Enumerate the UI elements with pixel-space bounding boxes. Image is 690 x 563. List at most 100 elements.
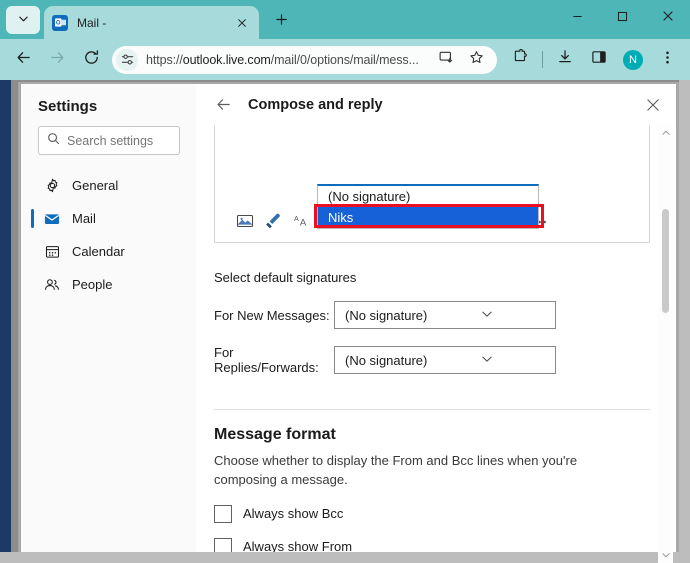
people-icon: [43, 277, 61, 293]
search-icon: [47, 132, 60, 150]
bookmark-button[interactable]: [462, 46, 490, 74]
reload-button[interactable]: [77, 46, 105, 74]
minimize-icon: [572, 9, 583, 27]
sidebar-item-label: Mail: [72, 211, 96, 226]
panel-scrollbar[interactable]: [658, 125, 673, 563]
new-tab-button[interactable]: [267, 8, 295, 36]
page-horizontal-scrollbar[interactable]: [0, 552, 690, 563]
download-icon: [557, 49, 573, 70]
three-dot-menu-icon: [660, 50, 675, 70]
panel-back-button[interactable]: [210, 92, 236, 118]
sidebar-item-people[interactable]: People: [21, 268, 196, 301]
message-format-title: Message format: [214, 426, 336, 443]
window-close-button[interactable]: [645, 0, 690, 36]
side-panel-button[interactable]: [585, 46, 613, 74]
search-settings-placeholder: Search settings: [67, 133, 154, 148]
browser-toolbar: https://outlook.live.com/mail/0/options/…: [0, 39, 690, 80]
highlight-annotation-box: [314, 204, 544, 228]
calendar-icon: [43, 244, 61, 259]
always-show-bcc-label: Always show Bcc: [243, 506, 344, 522]
side-panel-icon: [591, 49, 607, 70]
tab-strip: O Mail -: [0, 0, 690, 39]
sidebar-selection-indicator: [31, 209, 34, 228]
new-messages-signature-value: (No signature): [345, 307, 428, 323]
select-default-signatures-label: Select default signatures: [214, 270, 357, 285]
chevron-down-icon: [481, 353, 547, 368]
address-bar[interactable]: https://outlook.live.com/mail/0/options/…: [112, 45, 497, 74]
page-title: Compose and reply: [248, 96, 383, 113]
for-replies-forwards-row: For Replies/Forwards: (No signature): [214, 345, 650, 375]
page-vertical-scrollbar[interactable]: [679, 80, 690, 563]
scrollbar-thumb[interactable]: [662, 209, 669, 313]
scroll-down-arrow-icon[interactable]: [658, 547, 673, 563]
page-left-gutter: [11, 80, 18, 563]
forward-arrow-icon: [49, 49, 66, 71]
insert-picture-icon[interactable]: [231, 208, 258, 235]
tab-title: Mail -: [77, 15, 107, 30]
profile-button[interactable]: N: [619, 46, 647, 74]
svg-text:A: A: [299, 218, 306, 229]
browser-menu-button[interactable]: [653, 46, 681, 74]
forward-button[interactable]: [43, 46, 71, 74]
sidebar-item-label: Calendar: [72, 244, 125, 259]
settings-title: Settings: [38, 98, 98, 115]
puzzle-extensions-icon: [512, 48, 528, 70]
tab-search-button[interactable]: [6, 6, 40, 34]
browser-tab[interactable]: O Mail -: [44, 6, 259, 39]
replies-signature-select[interactable]: (No signature): [334, 346, 556, 374]
maximize-icon: [617, 9, 628, 27]
cast-button[interactable]: [432, 46, 460, 74]
settings-main-panel: Compose and reply A A Select default sig…: [196, 84, 676, 563]
cast-icon: [439, 50, 454, 70]
envelope-icon: [43, 211, 61, 227]
replies-signature-value: (No signature): [345, 352, 428, 368]
always-show-bcc-row[interactable]: Always show Bcc: [214, 504, 650, 523]
sidebar-item-calendar[interactable]: Calendar: [21, 235, 196, 268]
message-format-description: Choose whether to display the From and B…: [214, 453, 578, 487]
back-arrow-icon: [15, 49, 32, 71]
settings-dialog: Settings Search settings General Mail Ca…: [21, 84, 676, 563]
panel-content: A A A B: [196, 125, 676, 563]
tab-close-button[interactable]: [233, 14, 251, 32]
outlook-favicon: O: [52, 14, 68, 31]
chevron-down-icon: [18, 11, 29, 29]
extensions-button[interactable]: [506, 46, 534, 74]
browser-window: O Mail - https://outlook.live.com/mail/0…: [0, 0, 690, 563]
new-messages-signature-select[interactable]: (No signature): [334, 301, 556, 329]
section-divider: [214, 409, 650, 410]
format-painter-icon[interactable]: [260, 208, 287, 235]
web-page: Settings Search settings General Mail Ca…: [0, 80, 690, 563]
svg-text:O: O: [55, 21, 60, 27]
star-icon: [469, 50, 484, 70]
toolbar-divider: [542, 51, 543, 68]
settings-sidebar: Settings Search settings General Mail Ca…: [21, 84, 196, 563]
outlook-left-background: [0, 80, 11, 563]
sidebar-item-label: General: [72, 178, 119, 193]
always-show-bcc-checkbox[interactable]: [214, 504, 232, 523]
panel-header: Compose and reply: [196, 84, 676, 125]
sidebar-item-general[interactable]: General: [21, 169, 196, 202]
maximize-button[interactable]: [600, 0, 645, 36]
close-icon: [662, 9, 674, 27]
window-controls: [555, 0, 690, 36]
search-settings-input[interactable]: Search settings: [38, 126, 180, 155]
scrollbar-track[interactable]: [658, 141, 673, 547]
address-bar-url: https://outlook.live.com/mail/0/options/…: [146, 52, 419, 67]
downloads-button[interactable]: [551, 46, 579, 74]
sidebar-item-label: People: [72, 277, 113, 292]
reload-icon: [83, 49, 100, 71]
for-replies-forwards-label: For Replies/Forwards:: [214, 345, 319, 375]
for-new-messages-label: For New Messages:: [214, 307, 330, 323]
gear-icon: [43, 178, 61, 193]
svg-text:A: A: [293, 214, 298, 223]
sidebar-item-mail[interactable]: Mail: [21, 202, 196, 235]
for-new-messages-row: For New Messages: (No signature): [214, 301, 650, 329]
plus-icon: [275, 13, 288, 31]
scroll-up-arrow-icon[interactable]: [658, 125, 673, 141]
font-family-icon[interactable]: A A: [289, 208, 316, 235]
minimize-button[interactable]: [555, 0, 600, 36]
avatar: N: [623, 49, 643, 70]
back-button[interactable]: [9, 46, 37, 74]
tune-sliders-icon[interactable]: [116, 48, 138, 71]
panel-close-button[interactable]: [636, 88, 670, 122]
